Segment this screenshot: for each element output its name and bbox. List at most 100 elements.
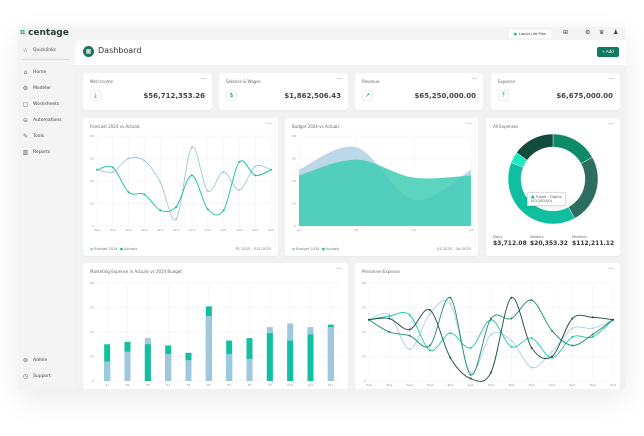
chart-title: Personnel Expense	[362, 269, 400, 274]
data-point	[111, 171, 114, 173]
brand-logo[interactable]: ⌗ centage	[20, 28, 69, 38]
more-icon[interactable]: ···	[336, 266, 342, 273]
y-tick-label: 0	[294, 224, 296, 228]
chart-title: Forecast 2024 vs Actuals	[90, 124, 140, 129]
legend-budget: Budget 2024	[94, 247, 118, 251]
data-point	[222, 209, 225, 212]
x-tick-label: Text	[267, 228, 275, 232]
budget-bar	[124, 351, 131, 381]
x-tick-label: Text	[385, 383, 393, 387]
y-tick-label: 80	[90, 134, 94, 138]
more-icon[interactable]: ···	[608, 76, 614, 83]
x-tick-label: P12	[328, 383, 334, 387]
sidebar-item-worksheets[interactable]: ▢ Worksheets	[22, 101, 60, 108]
data-point	[175, 218, 178, 221]
expenses-donut-chart	[507, 133, 599, 225]
sidebar-item-admin[interactable]: ⊛ Admin	[22, 357, 47, 364]
stat-value: $112,211.12	[572, 240, 615, 247]
actuals-bar	[287, 340, 294, 381]
data-point	[127, 157, 130, 160]
y-tick-label: 80	[292, 134, 296, 138]
data-point	[222, 171, 225, 173]
chart-legend: ● Budget 2024 ● Actuals	[292, 247, 340, 251]
reports-icon: ▥	[22, 149, 29, 156]
kpi-label: Revenue	[362, 79, 380, 84]
x-tick-label: Text	[426, 383, 434, 387]
more-icon[interactable]: ···	[608, 266, 614, 273]
data-point	[190, 146, 193, 149]
stat-monthly: Monthly $112,211.12	[572, 234, 614, 247]
series-line	[96, 160, 272, 216]
data-point	[490, 333, 492, 336]
brand-name: centage	[28, 28, 69, 38]
data-point	[510, 339, 513, 342]
tools-icon: ✎	[22, 133, 29, 140]
more-icon[interactable]: ···	[266, 121, 272, 128]
x-tick-label: P3	[146, 383, 150, 387]
more-icon[interactable]: ···	[466, 121, 472, 128]
x-tick-label: Text	[251, 228, 259, 232]
y-tick-label: 80	[90, 281, 94, 285]
sidebar-item-tools[interactable]: ✎ Tools	[22, 133, 44, 140]
data-point	[510, 317, 513, 320]
y-tick-label: 40	[90, 179, 94, 183]
notifications-icon[interactable]: ♛	[599, 29, 604, 36]
data-point	[571, 327, 574, 330]
x-tick-label: P4	[166, 383, 170, 387]
data-point	[429, 308, 431, 311]
x-tick-label: Q2	[354, 228, 358, 232]
workspace-selector[interactable]: ● Liquid Life Plan	[509, 30, 551, 38]
x-tick-label: Text	[172, 228, 180, 232]
y-tick-label: 20	[362, 355, 366, 359]
calculator-icon[interactable]: ⊞	[563, 29, 568, 36]
sidebar-item-automations[interactable]: ⊖ Automations	[22, 117, 62, 124]
sidebar-item-label: Worksheets	[33, 102, 60, 107]
sidebar-item-modeler[interactable]: ⚙ Modeler	[22, 85, 51, 92]
chart-icon: ↗	[362, 90, 373, 101]
data-point	[510, 345, 513, 348]
data-point	[111, 166, 114, 169]
data-point	[490, 317, 492, 320]
sidebar-item-support[interactable]: ◷ Support	[22, 373, 51, 380]
sidebar-item-quicklinks[interactable]: ☆ Quicklinks	[22, 47, 56, 54]
user-icon[interactable]: ♟	[613, 29, 618, 36]
marketing-chart-card: Marketing Expense in Actuals vs 2024 Bud…	[83, 263, 348, 389]
more-icon[interactable]: ···	[471, 76, 477, 83]
budget-chart-card: Budget 2024 vs Actuals ··· 0 20 40 60 80 Q1 Q2 Q…	[285, 118, 478, 256]
x-tick-label: Text	[93, 228, 101, 232]
legend-budget: Budget 2024	[296, 247, 320, 251]
legend-actuals: Actuals	[124, 247, 138, 251]
kpi-card-revenue: Revenue ··· ↗ $65,250,000.00	[355, 73, 483, 110]
sidebar-item-reports[interactable]: ▥ Reports	[22, 149, 51, 156]
x-tick-label: Q4	[469, 228, 473, 232]
add-button[interactable]: + Add	[597, 47, 619, 57]
sidebar-item-label: Home	[33, 70, 47, 75]
workspace-name: Liquid Life Plan	[518, 32, 547, 36]
dashboard-icon: ▦	[83, 46, 94, 57]
x-tick-label: Text	[125, 228, 133, 232]
range-label: Q1 2025 - Q4 2025	[436, 247, 471, 251]
chart-tooltip: ■ Travel - Flights ($3,283.00)	[527, 192, 566, 206]
donut-slice	[552, 133, 593, 164]
x-tick-label: Text	[140, 228, 148, 232]
kpi-value: $65,250,000.00	[414, 92, 476, 100]
worksheet-icon: ▢	[22, 101, 29, 108]
data-point	[449, 302, 452, 305]
sidebar-item-home[interactable]: ⌂ Home	[22, 69, 47, 76]
more-icon[interactable]: ···	[200, 76, 206, 83]
admin-icon: ⊛	[22, 357, 29, 364]
settings-icon[interactable]: ⚙	[585, 29, 590, 36]
forecast-line-chart: 020406080Text Text Text Text Text Text Text Tex…	[90, 134, 275, 232]
budget-bar	[205, 316, 212, 381]
data-point	[429, 312, 431, 315]
budget-bar	[104, 361, 111, 381]
data-point	[159, 181, 162, 184]
chart-title: Marketing Expense in Actuals vs 2024 Bud…	[90, 269, 182, 274]
more-icon[interactable]: ···	[336, 76, 342, 83]
x-tick-label: Text	[109, 228, 117, 232]
personnel-chart-card: Personnel Expense ··· 0 20 40 60 80 Text Text Te…	[355, 263, 620, 389]
y-tick-label: 40	[362, 330, 366, 334]
data-point	[408, 328, 411, 331]
x-tick-label: P9	[268, 383, 272, 387]
data-point	[469, 346, 472, 349]
